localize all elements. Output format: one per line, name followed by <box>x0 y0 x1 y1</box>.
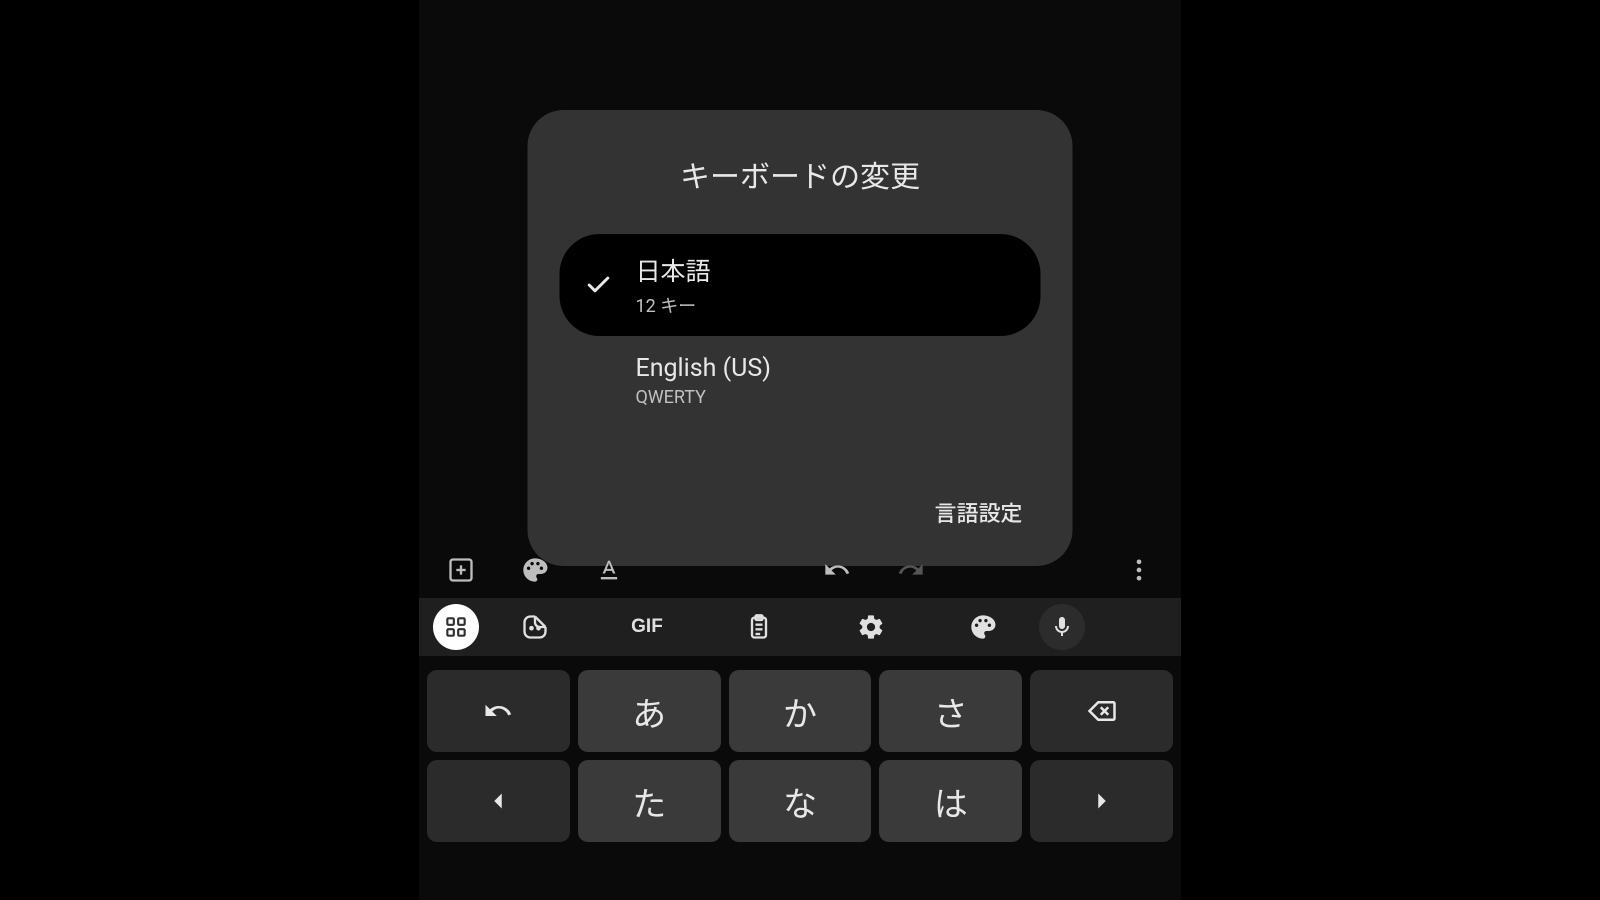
clipboard-icon[interactable] <box>703 603 815 651</box>
language-subtitle: QWERTY <box>636 387 771 408</box>
keyboard-keys: あ か さ た な は <box>419 664 1181 848</box>
key-ka[interactable]: か <box>729 670 872 752</box>
language-title: 日本語 <box>636 252 711 288</box>
text-toolbar <box>419 543 1181 597</box>
gif-button[interactable]: GIF <box>591 603 703 651</box>
key-a[interactable]: あ <box>578 670 721 752</box>
key-cursor-right[interactable] <box>1030 760 1173 842</box>
theme-palette-icon[interactable] <box>927 603 1039 651</box>
key-row-2: た な は <box>427 760 1173 842</box>
check-icon <box>584 270 614 300</box>
key-sa[interactable]: さ <box>879 670 1022 752</box>
gear-icon[interactable] <box>815 603 927 651</box>
language-option-japanese[interactable]: 日本語 12 キー <box>560 234 1041 336</box>
key-backspace[interactable] <box>1030 670 1173 752</box>
palette-icon[interactable] <box>515 550 555 590</box>
key-row-1: あ か さ <box>427 670 1173 752</box>
more-vert-icon[interactable] <box>1119 550 1159 590</box>
language-title: English (US) <box>636 354 771 383</box>
apps-icon[interactable] <box>433 604 479 650</box>
phone-viewport: キーボードの変更 日本語 12 キー English (US) QWERTY 言… <box>419 0 1181 900</box>
redo-icon <box>891 550 931 590</box>
change-keyboard-dialog: キーボードの変更 日本語 12 キー English (US) QWERTY 言… <box>528 110 1073 566</box>
keyboard-tools-row: GIF <box>419 598 1181 656</box>
language-option-english[interactable]: English (US) QWERTY <box>560 336 1041 426</box>
sticker-icon[interactable] <box>479 603 591 651</box>
check-placeholder <box>584 366 614 396</box>
undo-icon[interactable] <box>817 550 857 590</box>
key-ta[interactable]: た <box>578 760 721 842</box>
key-na[interactable]: な <box>729 760 872 842</box>
language-subtitle: 12 キー <box>636 292 711 318</box>
text-format-icon[interactable] <box>589 550 629 590</box>
key-reverse[interactable] <box>427 670 570 752</box>
add-icon[interactable] <box>441 550 481 590</box>
dialog-title: キーボードの変更 <box>560 152 1041 196</box>
key-cursor-left[interactable] <box>427 760 570 842</box>
language-settings-button[interactable]: 言語設定 <box>916 486 1040 538</box>
dialog-footer: 言語設定 <box>560 486 1041 538</box>
language-text: English (US) QWERTY <box>636 354 771 408</box>
language-text: 日本語 12 キー <box>636 252 711 318</box>
key-ha[interactable]: は <box>879 760 1022 842</box>
mic-icon[interactable] <box>1039 604 1085 650</box>
